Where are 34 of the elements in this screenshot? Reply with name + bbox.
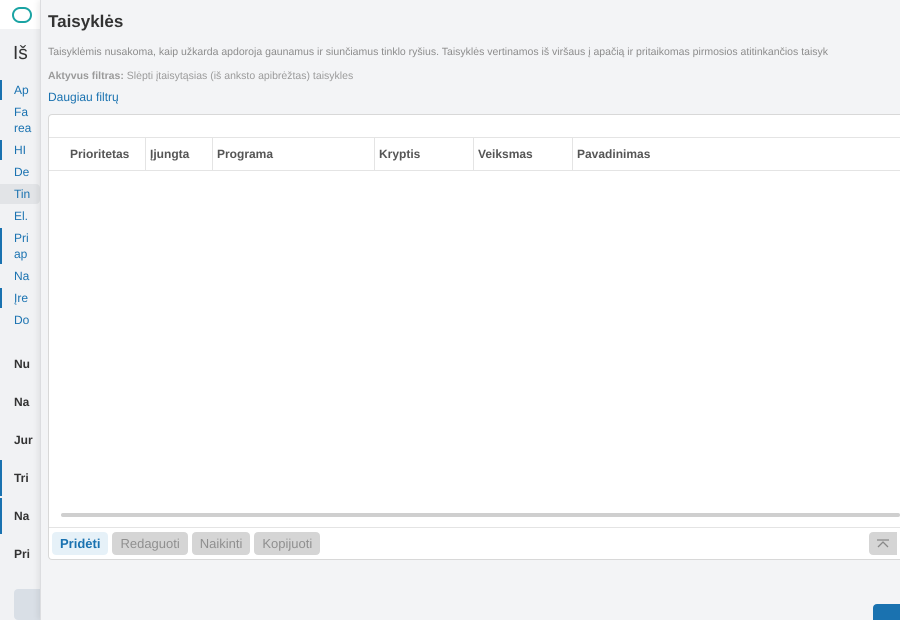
scrollbar[interactable] xyxy=(61,513,900,517)
toolbar-button[interactable]: Pridėti xyxy=(52,532,108,555)
sidebar-item[interactable]: Tin xyxy=(0,184,40,204)
column-header[interactable]: Kryptis xyxy=(374,138,473,170)
collapse-button[interactable] xyxy=(869,532,897,555)
sidebar-item[interactable]: Ap xyxy=(0,80,40,100)
description-text: Taisyklėmis nusakoma, kaip užkarda apdoroja gaunamus ir siunčiamus tinklo ryšius. Taisyklės vertinamos iš viršaus į apačią ir pritaikomas pirmosios atitinkančios taisyk xyxy=(48,46,830,58)
sidebar-item[interactable]: De xyxy=(0,162,40,182)
sidebar-item[interactable]: Fa rea xyxy=(0,102,40,138)
sidebar-button[interactable] xyxy=(14,588,40,620)
sidebar-section[interactable]: Na xyxy=(0,384,40,420)
sidebar-section[interactable]: Pri xyxy=(0,536,40,572)
logo-icon xyxy=(12,6,32,23)
more-filters-link[interactable]: Daugiau filtrų xyxy=(48,90,119,104)
collapse-up-icon xyxy=(876,538,890,548)
sidebar-section[interactable]: Jur xyxy=(0,422,40,458)
primary-button[interactable] xyxy=(873,604,900,620)
sidebar-item[interactable]: HI xyxy=(0,140,40,160)
column-header[interactable]: Programa xyxy=(212,138,374,170)
column-header[interactable]: Veiksmas xyxy=(473,138,572,170)
sidebar-section[interactable]: Tri xyxy=(0,460,40,496)
dialog-title: Taisyklės xyxy=(48,12,124,32)
sidebar-item[interactable]: El. xyxy=(0,206,40,226)
sidebar-item[interactable]: Do xyxy=(0,310,40,330)
sidebar-item[interactable]: Na xyxy=(0,266,40,286)
active-filter-text: Aktyvus filtras: Slėpti įtaisytąsias (iš anksto apibrėžtas) taisykles xyxy=(48,70,354,82)
sidebar-section[interactable]: Na xyxy=(0,498,40,534)
column-header[interactable]: Prioritetas xyxy=(66,138,145,170)
sidebar-item[interactable]: Įre xyxy=(0,288,40,308)
column-header[interactable]: Pavadinimas xyxy=(572,138,772,170)
sidebar-section[interactable]: Nu xyxy=(0,346,40,382)
column-header[interactable]: Įjungta xyxy=(145,138,212,170)
page-heading: Iš xyxy=(12,42,29,66)
sidebar-item[interactable]: Pri ap xyxy=(0,228,40,264)
